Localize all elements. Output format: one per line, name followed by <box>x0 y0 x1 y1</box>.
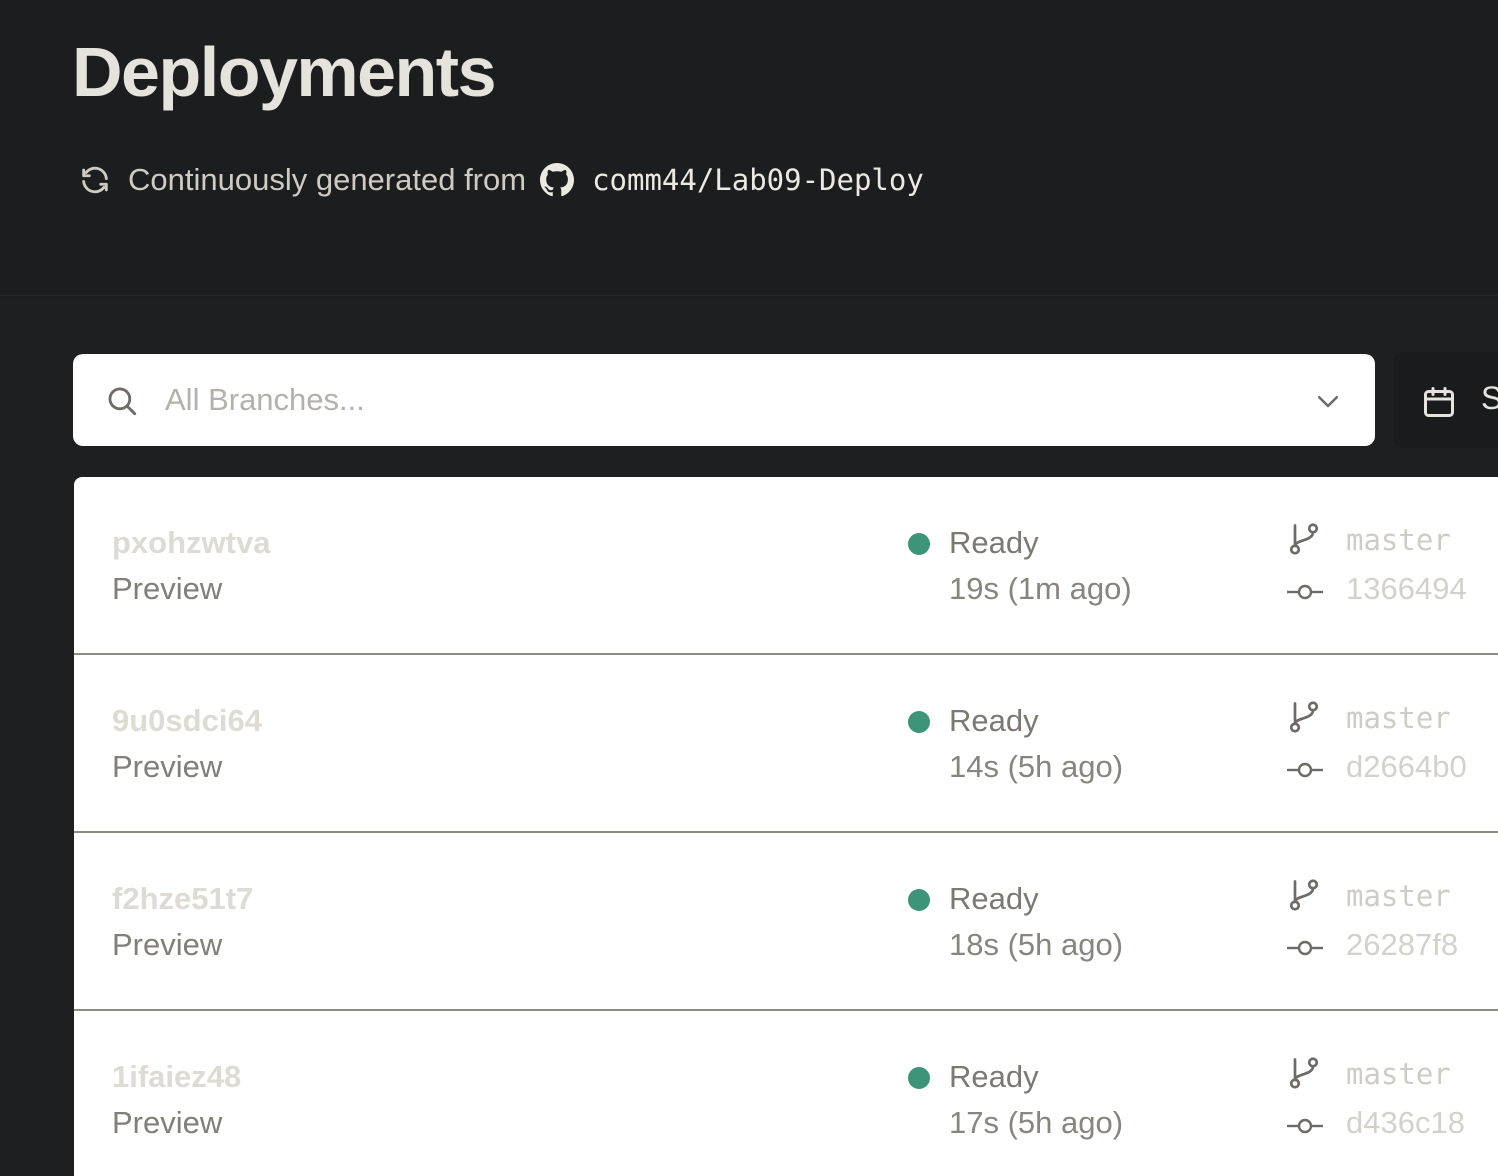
deployment-list: pxohzwtva Preview Ready 19s (1m ago) mas… <box>74 477 1498 1176</box>
deployment-duration: 14s (5h ago) <box>949 749 1124 784</box>
chevron-down-icon[interactable] <box>1313 386 1343 421</box>
commit-hash[interactable]: 1366494 <box>1346 571 1467 607</box>
status-dot <box>908 1067 930 1089</box>
deployment-row[interactable]: pxohzwtva Preview Ready 19s (1m ago) mas… <box>74 477 1498 655</box>
git-branch-icon <box>1286 699 1322 740</box>
deployment-status: Ready <box>949 525 1039 560</box>
search-input[interactable] <box>165 374 1265 426</box>
status-dot <box>908 711 930 733</box>
deployment-status: Ready <box>949 1059 1039 1094</box>
source-info: Continuously generated from comm44/Lab09… <box>78 158 924 202</box>
deployment-status: Ready <box>949 881 1039 916</box>
deployment-environment: Preview <box>112 749 223 784</box>
git-commit-icon <box>1286 1115 1324 1142</box>
calendar-icon <box>1421 384 1457 425</box>
deployment-id[interactable]: 9u0sdci64 <box>112 703 262 739</box>
deployment-row[interactable]: 9u0sdci64 Preview Ready 14s (5h ago) mas… <box>74 655 1498 833</box>
deployment-environment: Preview <box>112 571 223 606</box>
github-icon <box>540 163 575 197</box>
git-branch-icon <box>1286 521 1322 562</box>
page: Deployments Continuously generated from … <box>0 0 1498 1176</box>
branch-name[interactable]: master <box>1346 701 1451 735</box>
git-commit-icon <box>1286 759 1324 786</box>
deployment-row[interactable]: 1ifaiez48 Preview Ready 17s (5h ago) mas… <box>74 1011 1498 1176</box>
status-dot <box>908 533 930 555</box>
deployment-row[interactable]: f2hze51t7 Preview Ready 18s (5h ago) mas… <box>74 833 1498 1011</box>
deployment-id[interactable]: 1ifaiez48 <box>112 1059 241 1095</box>
deployment-status: Ready <box>949 703 1039 738</box>
page-title: Deployments <box>72 33 497 111</box>
deployment-duration: 17s (5h ago) <box>949 1105 1124 1140</box>
commit-hash[interactable]: 26287f8 <box>1346 927 1458 963</box>
deployment-id[interactable]: f2hze51t7 <box>112 881 253 917</box>
deployment-id[interactable]: pxohzwtva <box>112 525 270 561</box>
deployment-environment: Preview <box>112 1105 223 1140</box>
git-branch-icon <box>1286 877 1322 918</box>
deployment-environment: Preview <box>112 927 223 962</box>
refresh-icon <box>78 163 112 197</box>
page-header: Deployments Continuously generated from … <box>0 0 1498 296</box>
git-commit-icon <box>1286 937 1324 964</box>
git-commit-icon <box>1286 581 1324 608</box>
deployment-duration: 18s (5h ago) <box>949 927 1124 962</box>
branch-name[interactable]: master <box>1346 1057 1451 1091</box>
branch-name[interactable]: master <box>1346 523 1451 557</box>
branch-search[interactable] <box>73 354 1375 446</box>
repo-link[interactable]: comm44/Lab09-Deploy <box>592 163 924 197</box>
deployment-duration: 19s (1m ago) <box>949 571 1132 606</box>
search-icon <box>105 384 139 423</box>
date-filter-label: S <box>1481 380 1498 416</box>
date-filter-button[interactable]: S <box>1393 352 1498 448</box>
branch-name[interactable]: master <box>1346 879 1451 913</box>
commit-hash[interactable]: d2664b0 <box>1346 749 1467 785</box>
commit-hash[interactable]: d436c18 <box>1346 1105 1465 1141</box>
git-branch-icon <box>1286 1055 1322 1096</box>
status-dot <box>908 889 930 911</box>
source-label: Continuously generated from <box>128 162 527 197</box>
